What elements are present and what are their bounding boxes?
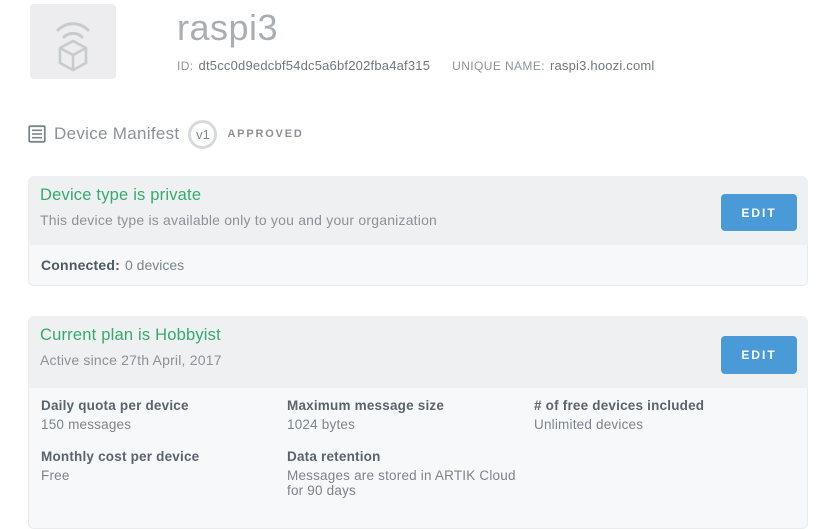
detail-value: Free	[41, 468, 287, 483]
plan-card-text: Current plan is Hobbyist Active since 27…	[40, 326, 222, 368]
document-lines-icon	[28, 125, 46, 143]
device-id-value: dt5cc0d9edcbf54dc5a6bf202fba4af315	[199, 58, 431, 73]
detail-data-retention: Data retention Messages are stored in AR…	[287, 449, 534, 498]
manifest-version-badge[interactable]: v1	[188, 120, 217, 149]
wifi-cube-device-icon	[44, 11, 102, 73]
detail-max-message-size: Maximum message size 1024 bytes	[287, 398, 534, 432]
edit-plan-button[interactable]: EDIT	[721, 336, 797, 374]
connected-label: Connected:	[41, 257, 120, 273]
privacy-card-header: Device type is private This device type …	[28, 176, 808, 245]
manifest-status-badge: APPROVED	[227, 128, 303, 140]
device-manifest-row: Device Manifest v1 APPROVED	[28, 119, 837, 149]
detail-value: 1024 bytes	[287, 417, 534, 432]
device-header: raspi3 ID: dt5cc0d9edcbf54dc5a6bf202fba4…	[0, 0, 837, 79]
device-avatar	[30, 4, 116, 79]
plan-card: Current plan is Hobbyist Active since 27…	[28, 316, 808, 529]
privacy-card-text: Device type is private This device type …	[40, 186, 437, 228]
detail-value: Unlimited devices	[534, 417, 795, 432]
device-id-label: ID:	[177, 59, 194, 73]
detail-label: Data retention	[287, 449, 534, 464]
detail-label: Daily quota per device	[41, 398, 287, 413]
detail-free-devices: # of free devices included Unlimited dev…	[534, 398, 795, 432]
unique-name-label: UNIQUE NAME:	[452, 59, 545, 73]
detail-value: 150 messages	[41, 417, 287, 432]
privacy-card-title: Device type is private	[40, 186, 437, 205]
plan-card-body: Daily quota per device 150 messages Maxi…	[28, 388, 808, 529]
plan-card-subtitle: Active since 27th April, 2017	[40, 352, 222, 368]
connected-value: 0 devices	[125, 257, 184, 273]
device-head-text: raspi3 ID: dt5cc0d9edcbf54dc5a6bf202fba4…	[177, 4, 655, 79]
privacy-card: Device type is private This device type …	[28, 176, 808, 286]
detail-monthly-cost: Monthly cost per device Free	[41, 449, 287, 498]
privacy-card-description: This device type is available only to yo…	[40, 212, 437, 228]
privacy-card-body: Connected: 0 devices	[28, 245, 808, 286]
page-title: raspi3	[177, 9, 655, 47]
connected-devices-row: Connected: 0 devices	[29, 245, 807, 285]
detail-value: Messages are stored in ARTIK Cloud for 9…	[287, 468, 534, 498]
detail-empty-cell	[534, 449, 795, 498]
plan-details-grid: Daily quota per device 150 messages Maxi…	[29, 388, 807, 528]
detail-label: Maximum message size	[287, 398, 534, 413]
detail-label: Monthly cost per device	[41, 449, 287, 464]
manifest-title: Device Manifest	[54, 124, 179, 144]
plan-card-title: Current plan is Hobbyist	[40, 326, 222, 345]
detail-label: # of free devices included	[534, 398, 795, 413]
device-meta-row: ID: dt5cc0d9edcbf54dc5a6bf202fba4af315 U…	[177, 58, 655, 73]
plan-card-header: Current plan is Hobbyist Active since 27…	[28, 316, 808, 388]
unique-name-value: raspi3.hoozi.coml	[550, 58, 655, 73]
device-type-page: raspi3 ID: dt5cc0d9edcbf54dc5a6bf202fba4…	[0, 0, 837, 529]
detail-daily-quota: Daily quota per device 150 messages	[41, 398, 287, 432]
edit-privacy-button[interactable]: EDIT	[721, 194, 797, 231]
